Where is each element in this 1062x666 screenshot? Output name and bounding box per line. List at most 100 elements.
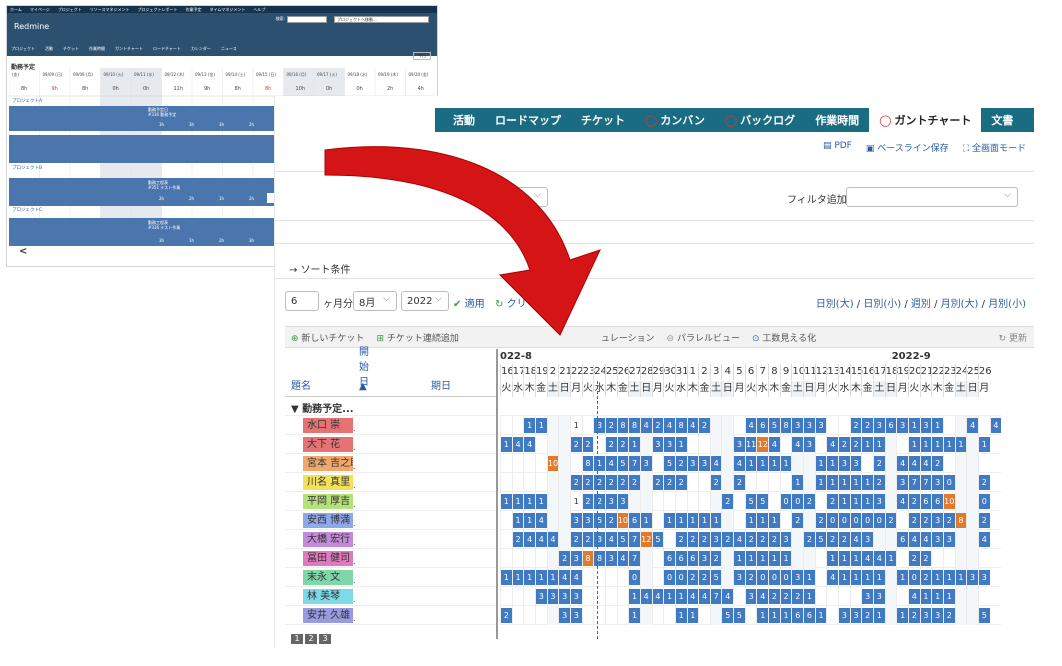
- parallel-view-toggle[interactable]: ⊖ パラレルビュー: [667, 331, 740, 344]
- issue-row[interactable]: 川名 真里.: [285, 473, 496, 492]
- small-search-input[interactable]: [287, 16, 327, 23]
- page-button[interactable]: 2: [305, 634, 317, 644]
- small-tab[interactable]: ニュース: [221, 46, 237, 56]
- workload-value: 2: [605, 475, 617, 490]
- chart-cell: [884, 492, 897, 511]
- view-link[interactable]: 日別(小): [863, 299, 901, 310]
- col-subject[interactable]: 題名: [291, 377, 311, 392]
- workload-value: 4: [605, 456, 617, 471]
- day-number: 26: [977, 364, 992, 380]
- tab-6[interactable]: ◯ ガントチャート: [869, 108, 982, 132]
- chart-cell: [931, 549, 943, 568]
- chart-cell: 0: [779, 492, 792, 511]
- small-tab[interactable]: ガントチャート: [115, 46, 143, 56]
- chart-row: 1 4 4 2 2 2 2 1 3 3 1 3 11 12 4 4 3 4 2 2 1 1 1 1 1 1 1 1: [500, 435, 1002, 454]
- small-tab[interactable]: カレンダー: [191, 46, 211, 56]
- tab-1[interactable]: ロードマップ: [485, 108, 571, 132]
- small-tab[interactable]: ロードチャート: [153, 46, 181, 56]
- chart-row: 1 1 1 1 1 2 2 3 3 2 5 5 0 0 2 2 1 1 1 3 4 2 6 6 10 0: [500, 492, 1002, 511]
- col-start[interactable]: 開始日 ▲: [359, 347, 369, 392]
- view-link[interactable]: 週別: [911, 299, 931, 310]
- small-nav-left[interactable]: <: [19, 246, 27, 257]
- chart-cell: [523, 606, 535, 625]
- issue-row[interactable]: 大橋 宏行.: [285, 530, 496, 549]
- issue-row[interactable]: 大下 花.: [285, 435, 496, 454]
- filter-add-select[interactable]: ⌵: [846, 187, 1018, 207]
- view-link[interactable]: 月別(小): [988, 299, 1026, 310]
- person-name[interactable]: 平岡 厚吉: [303, 494, 353, 509]
- issue-row[interactable]: 末永 文.: [285, 568, 496, 587]
- page-button[interactable]: 1: [291, 634, 303, 644]
- workload-value: 1: [943, 570, 955, 585]
- baseline-link[interactable]: ▣ ベースライン保存: [866, 141, 949, 154]
- small-topbar-link[interactable]: タイムマネジメント: [210, 7, 246, 13]
- issue-row[interactable]: 安西 博満.: [285, 511, 496, 530]
- tab-2[interactable]: チケット: [571, 108, 635, 132]
- small-project-select[interactable]: プロジェクトへ移動...: [334, 16, 429, 23]
- chart-cell: 4: [768, 435, 780, 454]
- workload-value: 1: [850, 570, 862, 585]
- small-today-button[interactable]: 今日: [413, 52, 431, 60]
- tab-4[interactable]: ◯ バックログ: [715, 108, 805, 132]
- small-topbar-link[interactable]: ホーム: [10, 7, 22, 13]
- tab-5[interactable]: 作業時間: [805, 108, 869, 132]
- workload-value: 1: [745, 456, 757, 471]
- person-name[interactable]: 冨田 健司: [303, 551, 353, 566]
- small-tab[interactable]: チケット: [63, 46, 79, 56]
- view-link[interactable]: 月別(大): [941, 299, 979, 310]
- small-topbar-link[interactable]: リソースマネジメント: [90, 7, 130, 13]
- person-name[interactable]: 宮本 吉之助: [303, 456, 353, 471]
- person-name[interactable]: 末永 文: [303, 570, 353, 585]
- workload-toggle[interactable]: ⊙ 工数見える化: [752, 331, 816, 344]
- workload-value: 1: [745, 551, 757, 566]
- small-tab[interactable]: 活動: [45, 46, 53, 56]
- small-topbar-link[interactable]: 作業予定: [186, 7, 202, 13]
- issue-row[interactable]: 安井 久雄.: [285, 606, 496, 625]
- day-number: 17: [511, 364, 525, 380]
- issue-row[interactable]: 冨田 健司.: [285, 549, 496, 568]
- tab-8[interactable]: Wiki: [1023, 108, 1034, 132]
- issue-row[interactable]: 平岡 厚吉.: [285, 492, 496, 511]
- issue-row[interactable]: 水口 崇.: [285, 416, 496, 435]
- person-name[interactable]: 安西 博満: [303, 513, 353, 528]
- tab-3[interactable]: ◯ カンバン: [635, 108, 715, 132]
- chart-row: 111114400022532000314111110211133: [500, 568, 1002, 587]
- chart-cell: 4: [604, 530, 617, 549]
- workload-value: 1: [874, 437, 885, 452]
- person-name[interactable]: 川名 真里: [303, 475, 353, 490]
- months-input[interactable]: 6: [285, 291, 319, 311]
- chart-cell: [698, 435, 710, 454]
- small-bar-hours: 2h: [219, 238, 225, 243]
- col-due[interactable]: 期日: [431, 377, 451, 392]
- page-button[interactable]: 3: [319, 634, 331, 644]
- tab-7[interactable]: 文書: [981, 108, 1023, 132]
- small-tab[interactable]: プロジェクト: [11, 46, 35, 56]
- day-of-week: 火: [500, 381, 512, 397]
- workload-value: 1: [839, 570, 850, 585]
- view-link[interactable]: 日別(大): [816, 299, 854, 310]
- small-topbar-link[interactable]: プロジェクト: [58, 7, 82, 13]
- person-name[interactable]: 林 美琴: [303, 589, 353, 604]
- pdf-link[interactable]: ▤ PDF: [823, 141, 852, 154]
- workload-value: 2: [605, 418, 617, 433]
- issue-row[interactable]: 宮本 吉之助.: [285, 454, 496, 473]
- workload-value: 8: [617, 418, 629, 433]
- chart-cell: 4: [907, 530, 920, 549]
- refresh-button[interactable]: ↻ 更新: [999, 331, 1027, 344]
- tab-0[interactable]: 活動: [443, 108, 485, 132]
- fullscreen-link[interactable]: ⛶ 全画面モード: [963, 141, 1026, 154]
- workload-value: 2: [664, 475, 675, 490]
- issue-row[interactable]: 林 美琴.: [285, 587, 496, 606]
- person-name[interactable]: 大橋 宏行: [303, 532, 353, 547]
- chart-cell: 2: [721, 530, 734, 549]
- person-name[interactable]: 安井 久雄: [303, 608, 353, 623]
- small-topbar-link[interactable]: マイページ: [30, 7, 50, 13]
- person-name[interactable]: 大下 花: [303, 437, 353, 452]
- small-tab[interactable]: 作業時間: [89, 46, 105, 56]
- person-name[interactable]: 水口 崇: [303, 418, 353, 433]
- chart-cell: 4: [733, 454, 745, 473]
- small-topbar-link[interactable]: ヘルプ: [253, 7, 265, 13]
- small-topbar-link[interactable]: プロジェクトレポート: [138, 7, 178, 13]
- workload-value: 1: [815, 475, 827, 490]
- group-row[interactable]: ▼ 勤務予定...: [285, 397, 496, 416]
